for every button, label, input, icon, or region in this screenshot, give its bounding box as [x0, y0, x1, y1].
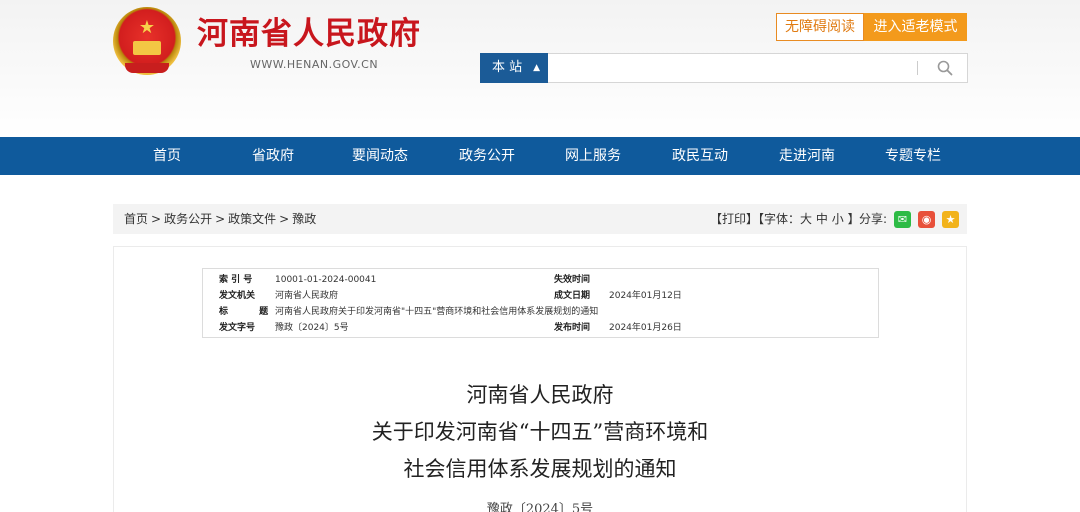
- index-number-label: 索 引 号: [219, 275, 253, 285]
- page-tools: 【打印】【字体：大 中 小 】: [710, 204, 860, 234]
- wechat-icon[interactable]: ✉: [894, 211, 911, 228]
- nav-item-about-henan[interactable]: 走进河南: [757, 137, 857, 175]
- document-number: 豫政〔2024〕5号: [486, 502, 594, 512]
- search-scope-select[interactable]: 本 站 ▲: [480, 53, 548, 83]
- written-date-value: 2024年01月12日: [609, 291, 682, 301]
- favorite-star-icon[interactable]: ★: [942, 211, 959, 228]
- title-label: 标 题: [219, 307, 283, 317]
- emblem-star-icon: ★: [138, 17, 156, 38]
- written-date-label: 成文日期: [554, 291, 591, 301]
- breadcrumb-separator: >: [279, 212, 290, 226]
- elder-mode-button[interactable]: 进入适老模式: [864, 13, 967, 41]
- nav-item-provincial-government[interactable]: 省政府: [223, 137, 323, 175]
- breadcrumb-item-government-affairs[interactable]: 政务公开: [164, 212, 212, 226]
- updown-arrow-icon: ▲: [533, 63, 540, 73]
- document-metadata-table: 索 引 号 10001-01-2024-00041 失效时间 发文机关 河南省人…: [202, 268, 879, 338]
- breadcrumb-separator: >: [151, 212, 162, 226]
- document-title-line-2: 关于印发河南省“十四五”营商环境和: [371, 420, 709, 444]
- expiry-time-label: 失效时间: [554, 275, 591, 285]
- metadata-row: 标 题 河南省人民政府关于印发河南省"十四五"营商环境和社会信用体系发展规划的通…: [203, 304, 880, 320]
- publish-date-label: 发布时间: [554, 323, 591, 333]
- issuer-value: 河南省人民政府: [275, 291, 339, 301]
- search-scope-label: 本 站: [492, 60, 523, 75]
- font-large-button[interactable]: 大: [800, 212, 812, 226]
- document-title-line-1: 河南省人民政府: [466, 383, 614, 407]
- breadcrumb-separator: >: [215, 212, 226, 226]
- emblem-gate-icon: [133, 41, 161, 55]
- search-divider: [917, 61, 918, 75]
- metadata-row: 发文机关 河南省人民政府 成文日期 2024年01月12日: [203, 288, 880, 304]
- font-size-suffix: 】: [847, 212, 860, 226]
- document-number-value: 豫政〔2024〕5号: [275, 323, 349, 333]
- publish-date-value: 2024年01月26日: [609, 323, 682, 333]
- nav-item-online-services[interactable]: 网上服务: [543, 137, 643, 175]
- breadcrumb-item-home[interactable]: 首页: [124, 212, 148, 226]
- weibo-icon[interactable]: ◉: [918, 211, 935, 228]
- national-emblem-icon[interactable]: ★: [113, 7, 181, 75]
- nav-item-special-topics[interactable]: 专题专栏: [863, 137, 963, 175]
- metadata-row: 发文字号 豫政〔2024〕5号 发布时间 2024年01月26日: [203, 320, 880, 336]
- search-icon[interactable]: [936, 59, 954, 77]
- breadcrumb-bar: 首页 > 政务公开 > 政策文件 > 豫政 【打印】【字体：大 中 小 】 分享: ✉ ◉ …: [113, 204, 967, 234]
- site-title[interactable]: 河南省人民政府: [197, 14, 421, 54]
- metadata-row: 索 引 号 10001-01-2024-00041 失效时间: [203, 272, 880, 288]
- document-title-line-3: 社会信用体系发展规划的通知: [403, 457, 677, 481]
- title-value: 河南省人民政府关于印发河南省"十四五"营商环境和社会信用体系发展规划的通知: [275, 307, 599, 317]
- share-label: 分享:: [859, 212, 888, 226]
- nav-item-government-affairs[interactable]: 政务公开: [437, 137, 537, 175]
- breadcrumb-item-yuzheng[interactable]: 豫政: [292, 212, 316, 226]
- site-url: WWW.HENAN.GOV.CN: [250, 58, 379, 71]
- font-size-prefix: 【字体：: [758, 212, 801, 226]
- font-medium-button[interactable]: 中: [816, 212, 828, 226]
- nav-item-news[interactable]: 要闻动态: [330, 137, 430, 175]
- breadcrumb: 首页 > 政务公开 > 政策文件 > 豫政: [124, 204, 316, 234]
- nav-item-home[interactable]: 首页: [117, 137, 217, 175]
- issuer-label: 发文机关: [219, 291, 256, 301]
- emblem-ribbon-icon: [125, 63, 169, 73]
- nav-item-public-interaction[interactable]: 政民互动: [650, 137, 750, 175]
- main-nav: 首页 省政府 要闻动态 政务公开 网上服务 政民互动 走进河南 专题专栏: [0, 137, 1080, 175]
- print-button[interactable]: 【打印】: [710, 212, 758, 226]
- font-small-button[interactable]: 小: [832, 212, 844, 226]
- accessibility-reading-button[interactable]: 无障碍阅读: [776, 13, 864, 41]
- breadcrumb-item-policy-documents[interactable]: 政策文件: [228, 212, 276, 226]
- document-number-label: 发文字号: [219, 323, 256, 333]
- index-number-value: 10001-01-2024-00041: [275, 275, 377, 285]
- search-input[interactable]: [548, 53, 968, 83]
- site-header: ★ 河南省人民政府 WWW.HENAN.GOV.CN 无障碍阅读 进入适老模式 …: [0, 0, 1080, 137]
